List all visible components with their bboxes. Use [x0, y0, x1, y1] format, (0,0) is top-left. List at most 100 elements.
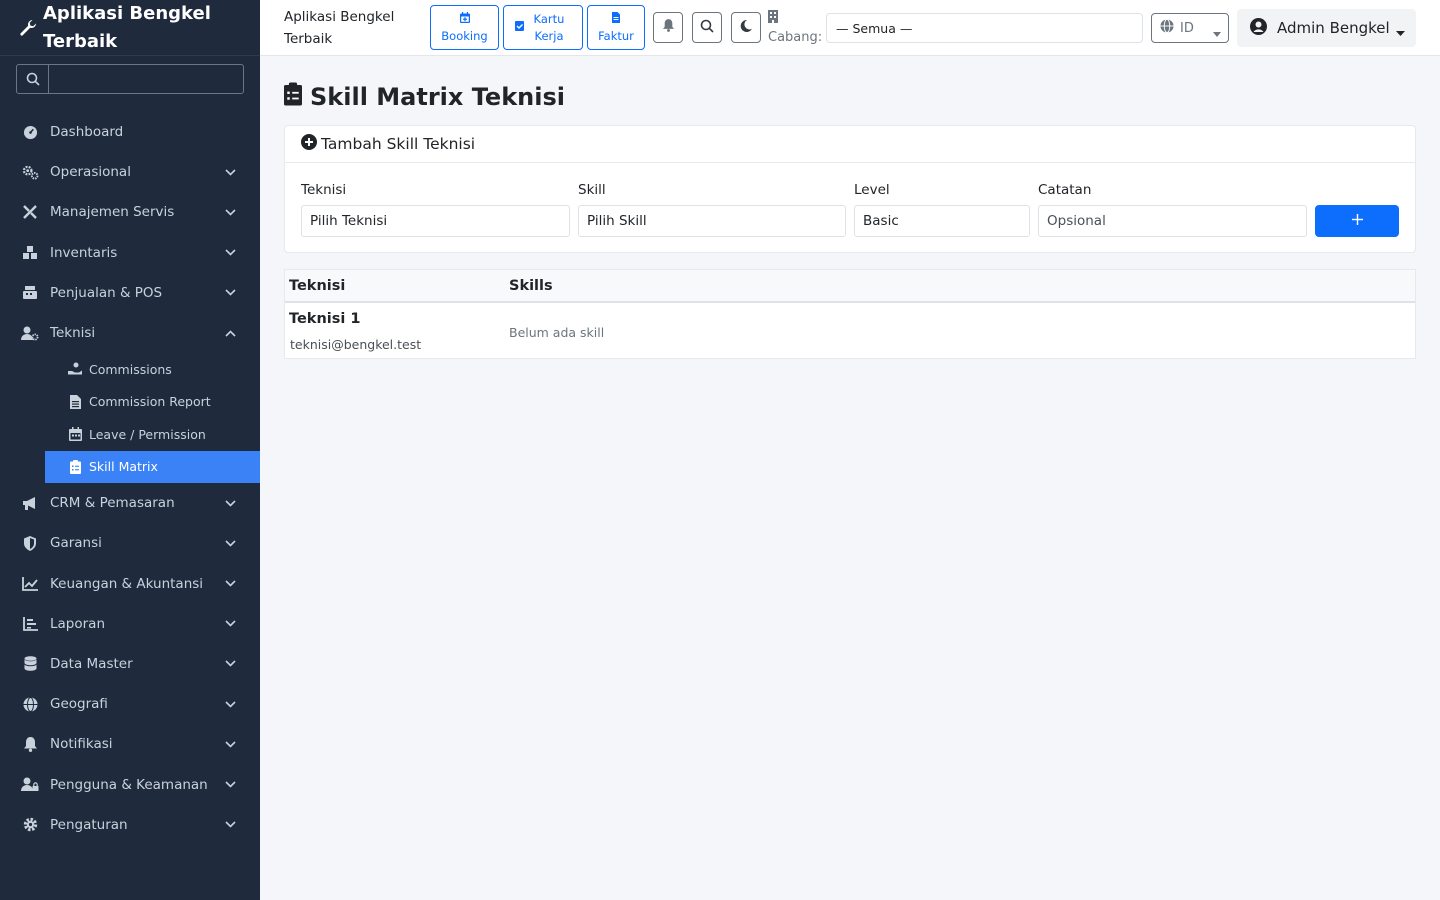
plus-icon [1351, 213, 1363, 229]
sidebar-item-pengaturan[interactable]: Pengaturan [0, 805, 260, 845]
teknisi-select[interactable]: Pilih Teknisi [301, 205, 570, 237]
user-name: Admin Bengkel [1277, 19, 1390, 37]
user-menu-button[interactable]: Admin Bengkel [1237, 9, 1416, 47]
sidebar-item-laporan[interactable]: Laporan [0, 604, 260, 644]
column-header-teknisi: Teknisi [289, 277, 346, 294]
sidebar-item-inventaris[interactable]: Inventaris [0, 233, 260, 273]
sidebar-nav: Dashboard Operasional Manajemen Servis I… [0, 112, 260, 845]
file-invoice-icon [612, 11, 620, 28]
clipboard-list-icon [284, 82, 302, 112]
catatan-input[interactable] [1047, 213, 1306, 229]
chevron-down-icon [223, 818, 237, 832]
search-button[interactable] [692, 12, 722, 43]
technician-email: teknisi@bengkel.test [290, 337, 422, 352]
bell-icon [662, 19, 674, 36]
catatan-label: Catatan [1038, 182, 1092, 198]
sidebar-subitem-skill-matrix[interactable]: Skill Matrix [45, 450, 260, 484]
chevron-down-icon [223, 617, 237, 631]
column-header-skills: Skills [509, 277, 553, 294]
main-content: Skill Matrix Teknisi Tambah Skill Teknis… [260, 56, 1440, 900]
sidebar-search [16, 64, 244, 94]
language-select[interactable]: ID [1151, 13, 1229, 43]
gear-icon [20, 815, 40, 835]
notifications-button[interactable] [653, 12, 683, 43]
sidebar-item-label: Dashboard [50, 124, 124, 141]
database-icon [20, 654, 40, 674]
sidebar-subitem-commissions[interactable]: Commissions [0, 353, 260, 386]
sidebar-item-data-master[interactable]: Data Master [0, 644, 260, 684]
sidebar-brand[interactable]: Aplikasi Bengkel Terbaik [0, 0, 260, 56]
sidebar-item-penjualan-pos[interactable]: Penjualan & POS [0, 273, 260, 313]
chart-bar-icon [20, 614, 40, 634]
user-gear-icon [20, 323, 40, 343]
kartu-kerja-button[interactable]: Kartu Kerja [503, 5, 583, 50]
chevron-down-icon [223, 737, 237, 751]
sidebar-subitem-label: Leave / Permission [89, 426, 206, 442]
sidebar-search-input[interactable] [49, 65, 243, 93]
sidebar-item-label: Keuangan & Akuntansi [50, 575, 204, 592]
chevron-down-icon [223, 246, 237, 260]
kartu-kerja-label: Kartu Kerja [533, 11, 565, 43]
sidebar-item-crm-pemasaran[interactable]: CRM & Pemasaran [0, 483, 260, 523]
sidebar-subitem-label: Commission Report [89, 394, 211, 410]
teknisi-label: Teknisi [301, 182, 347, 198]
level-select[interactable]: Basic [854, 205, 1030, 237]
sidebar-subitem-leave-permission[interactable]: Leave / Permission [0, 418, 260, 451]
add-skill-card: Tambah Skill Teknisi Teknisi Pilih Tekni… [284, 125, 1416, 253]
chevron-down-icon [223, 778, 237, 792]
chevron-down-icon [223, 536, 237, 550]
booking-button[interactable]: Booking [430, 5, 499, 50]
branch-select[interactable]: — Semua — [826, 13, 1143, 43]
sidebar-item-label: Teknisi [50, 325, 96, 342]
card-title: Tambah Skill Teknisi [321, 135, 476, 153]
shield-icon [20, 533, 40, 553]
card-header: Tambah Skill Teknisi [285, 126, 1415, 163]
sidebar-item-label: Pengguna & Keamanan [50, 776, 208, 793]
chevron-down-icon [223, 496, 237, 510]
booking-label: Booking [441, 28, 488, 43]
table-row: Teknisi 1 teknisi@bengkel.test Belum ada… [285, 303, 1415, 359]
page-title-text: Skill Matrix Teknisi [310, 83, 565, 111]
sidebar-item-label: CRM & Pemasaran [50, 495, 175, 512]
technician-skills: Belum ada skill [509, 325, 605, 340]
search-icon [700, 19, 714, 37]
gears-icon [20, 162, 40, 182]
sidebar-item-label: Geografi [50, 696, 108, 713]
sidebar-item-pengguna-keamanan[interactable]: Pengguna & Keamanan [0, 764, 260, 804]
topbar-app-title[interactable]: Aplikasi Bengkel Terbaik [284, 6, 414, 50]
tools-icon [20, 202, 40, 222]
sidebar-subitem-commission-report[interactable]: Commission Report [0, 386, 260, 419]
sidebar-item-garansi[interactable]: Garansi [0, 523, 260, 563]
plus-circle-icon [301, 134, 317, 154]
sidebar-item-teknisi[interactable]: Teknisi [0, 313, 260, 353]
search-icon[interactable] [17, 65, 49, 93]
skill-select[interactable]: Pilih Skill [578, 205, 846, 237]
technician-name: Teknisi 1 [289, 311, 361, 327]
catatan-field[interactable] [1038, 205, 1307, 237]
faktur-button[interactable]: Faktur [587, 5, 645, 50]
sidebar-item-label: Notifikasi [50, 736, 113, 753]
globe-icon [20, 694, 40, 714]
moon-icon [740, 19, 752, 36]
chevron-down-icon [223, 657, 237, 671]
building-icon [768, 10, 778, 27]
skill-matrix-table: Teknisi Skills Teknisi 1 teknisi@bengkel… [284, 269, 1416, 359]
bullhorn-icon [20, 493, 40, 513]
add-skill-button[interactable] [1315, 205, 1399, 237]
level-select-value: Basic [863, 213, 899, 229]
caret-down-icon [1213, 26, 1221, 41]
sidebar-item-geografi[interactable]: Geografi [0, 684, 260, 724]
table-header: Teknisi Skills [285, 270, 1415, 303]
chevron-down-icon [223, 205, 237, 219]
sidebar-item-dashboard[interactable]: Dashboard [0, 112, 260, 152]
sidebar-item-label: Data Master [50, 655, 133, 672]
sidebar-item-label: Garansi [50, 535, 102, 552]
brand-title: Aplikasi Bengkel Terbaik [43, 3, 211, 52]
dark-mode-toggle[interactable] [731, 12, 761, 43]
sidebar-item-operasional[interactable]: Operasional [0, 152, 260, 192]
sidebar-item-manajemen-servis[interactable]: Manajemen Servis [0, 192, 260, 232]
user-circle-icon [1250, 17, 1267, 39]
gauge-icon [20, 122, 40, 142]
sidebar-item-notifikasi[interactable]: Notifikasi [0, 724, 260, 764]
sidebar-item-keuangan-akuntansi[interactable]: Keuangan & Akuntansi [0, 564, 260, 604]
